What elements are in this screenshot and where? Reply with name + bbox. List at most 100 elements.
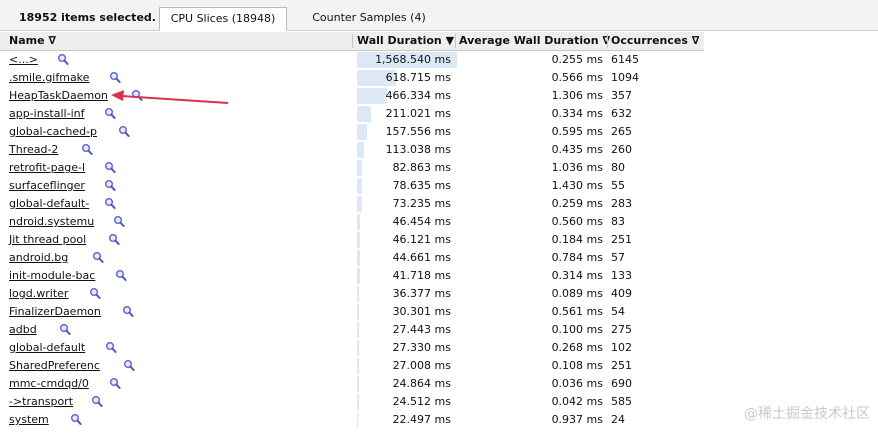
slice-name-link[interactable]: Thread-2 [9,141,58,159]
table-row[interactable]: android.bg 44.661 ms 0.784 ms 57 [0,249,878,267]
magnifier-icon[interactable] [109,71,121,84]
table-row[interactable]: Thread-2 113.038 ms 0.435 ms 260 [0,141,878,159]
occurrences-value: 260 [611,143,632,156]
slice-name-link[interactable]: adbd [9,321,37,339]
column-header-average-wall-duration[interactable]: Average Wall Duration ∇ [459,32,610,50]
tab-counter-samples[interactable]: Counter Samples (4) [305,7,433,29]
table-row[interactable]: logd.writer 36.377 ms 0.089 ms 409 [0,285,878,303]
table-row[interactable]: global-cached-p 157.556 ms 0.595 ms 265 [0,123,878,141]
occurrences-value: 265 [611,125,632,138]
magnifier-icon[interactable] [118,125,130,138]
wall-duration-cell: 27.443 ms [357,322,457,338]
wall-duration-cell: 618.715 ms [357,70,457,86]
magnifier-icon[interactable] [108,233,120,246]
table-row[interactable]: mmc-cmdqd/0 24.864 ms 0.036 ms 690 [0,375,878,393]
magnifier-icon[interactable] [104,161,116,174]
table-header: Name ∇ Wall Duration ▼ Average Wall Dura… [0,32,704,51]
watermark: @稀土掘金技术社区 [744,406,870,422]
slice-name-link[interactable]: app-install-inf [9,105,84,123]
table-row[interactable]: adbd 27.443 ms 0.100 ms 275 [0,321,878,339]
occurrences-value: 585 [611,395,632,408]
occurrences-value: 6145 [611,53,639,66]
average-wall-duration-value: 1.306 ms [551,89,603,102]
wall-duration-cell: 73.235 ms [357,196,457,212]
wall-duration-cell: 78.635 ms [357,178,457,194]
wall-duration-bar [357,340,359,356]
magnifier-icon[interactable] [104,197,116,210]
wall-duration-cell: 113.038 ms [357,142,457,158]
table-row[interactable]: HeapTaskDaemon 466.334 ms 1.306 ms 357 [0,87,878,105]
slice-name-link[interactable]: .smile.gifmake [9,69,89,87]
table-row[interactable]: init-module-bac 41.718 ms 0.314 ms 133 [0,267,878,285]
wall-duration-value: 27.008 ms [392,359,451,372]
magnifier-icon[interactable] [122,305,134,318]
magnifier-icon[interactable] [91,395,103,408]
table-row[interactable]: global-default 27.330 ms 0.268 ms 102 [0,339,878,357]
wall-duration-bar [357,376,359,392]
slice-name-link[interactable]: system [9,411,49,429]
slice-name-link[interactable]: global-default- [9,195,89,213]
magnifier-icon[interactable] [109,377,121,390]
wall-duration-cell: 41.718 ms [357,268,457,284]
magnifier-icon[interactable] [115,269,127,282]
wall-duration-cell: 44.661 ms [357,250,457,266]
wall-duration-cell: 36.377 ms [357,286,457,302]
slice-name-link[interactable]: global-cached-p [9,123,97,141]
slice-name-link[interactable]: HeapTaskDaemon [9,87,108,105]
slice-name-link[interactable]: <...> [9,51,38,69]
wall-duration-bar [357,250,360,266]
table-row[interactable]: FinalizerDaemon 30.301 ms 0.561 ms 54 [0,303,878,321]
table-row[interactable]: .smile.gifmake 618.715 ms 0.566 ms 1094 [0,69,878,87]
wall-duration-value: 27.330 ms [392,341,451,354]
column-divider [352,34,353,48]
magnifier-icon[interactable] [131,89,143,102]
occurrences-value: 251 [611,359,632,372]
magnifier-icon[interactable] [70,413,82,426]
table-row[interactable]: SharedPreferenc 27.008 ms 0.108 ms 251 [0,357,878,375]
wall-duration-bar [357,268,360,284]
wall-duration-cell: 27.330 ms [357,340,457,356]
table-row[interactable]: <...> 1,568.540 ms 0.255 ms 6145 [0,51,878,69]
magnifier-icon[interactable] [104,107,116,120]
slice-name-link[interactable]: global-default [9,339,85,357]
table-row[interactable]: app-install-inf 211.021 ms 0.334 ms 632 [0,105,878,123]
average-wall-duration-value: 1.430 ms [551,179,603,192]
magnifier-icon[interactable] [92,251,104,264]
table-row[interactable]: surfaceflinger 78.635 ms 1.430 ms 55 [0,177,878,195]
table-row[interactable]: global-default- 73.235 ms 0.259 ms 283 [0,195,878,213]
average-wall-duration-value: 0.435 ms [551,143,603,156]
table-row[interactable]: retrofit-page-l 82.863 ms 1.036 ms 80 [0,159,878,177]
slice-name-link[interactable]: retrofit-page-l [9,159,85,177]
wall-duration-value: 211.021 ms [385,107,451,120]
slice-name-link[interactable]: init-module-bac [9,267,95,285]
magnifier-icon[interactable] [105,341,117,354]
column-header-wall-duration[interactable]: Wall Duration ▼ [357,32,454,50]
average-wall-duration-value: 0.184 ms [551,233,603,246]
column-header-occurrences[interactable]: Occurrences ∇ [611,32,699,50]
magnifier-icon[interactable] [104,179,116,192]
slice-name-link[interactable]: ndroid.systemu [9,213,94,231]
magnifier-icon[interactable] [113,215,125,228]
slice-name-link[interactable]: android.bg [9,249,68,267]
tab-cpu-slices[interactable]: CPU Slices (18948) [159,7,287,31]
slice-name-link[interactable]: ->transport [9,393,73,411]
wall-duration-cell: 24.512 ms [357,394,457,410]
wall-duration-value: 27.443 ms [392,323,451,336]
magnifier-icon[interactable] [123,359,135,372]
magnifier-icon[interactable] [89,287,101,300]
wall-duration-value: 1,568.540 ms [375,53,451,66]
slice-name-link[interactable]: logd.writer [9,285,68,303]
table-row[interactable]: ndroid.systemu 46.454 ms 0.560 ms 83 [0,213,878,231]
column-header-name[interactable]: Name ∇ [9,32,56,50]
wall-duration-value: 466.334 ms [385,89,451,102]
wall-duration-value: 44.661 ms [392,251,451,264]
slice-name-link[interactable]: SharedPreferenc [9,357,100,375]
table-row[interactable]: Jit thread pool 46.121 ms 0.184 ms 251 [0,231,878,249]
magnifier-icon[interactable] [59,323,71,336]
slice-name-link[interactable]: surfaceflinger [9,177,85,195]
slice-name-link[interactable]: mmc-cmdqd/0 [9,375,89,393]
magnifier-icon[interactable] [81,143,93,156]
slice-name-link[interactable]: Jit thread pool [9,231,86,249]
slice-name-link[interactable]: FinalizerDaemon [9,303,101,321]
magnifier-icon[interactable] [57,53,69,66]
